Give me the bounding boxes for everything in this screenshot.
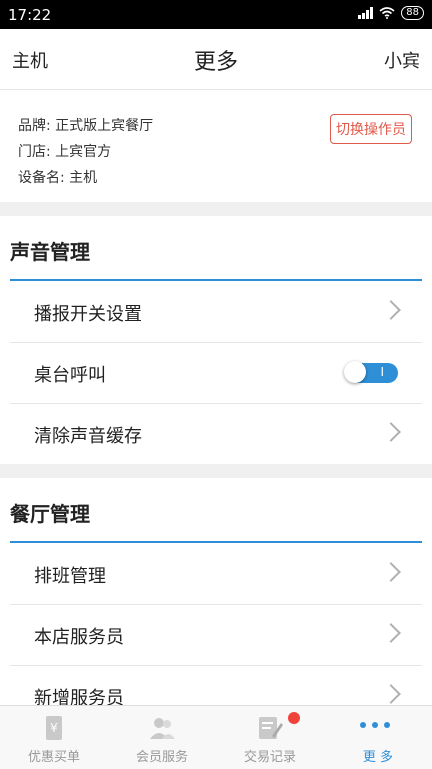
shift-management-row[interactable]: 排班管理 bbox=[10, 544, 422, 605]
chevron-right-icon bbox=[381, 300, 401, 320]
signal-icon bbox=[358, 7, 374, 19]
chevron-right-icon bbox=[381, 623, 401, 643]
status-time: 17:22 bbox=[8, 6, 52, 24]
restaurant-section-title: 餐厅管理 bbox=[10, 502, 90, 526]
sound-section-underline bbox=[10, 279, 422, 281]
chevron-right-icon bbox=[381, 422, 401, 442]
tab-label: 会员服务 bbox=[135, 750, 188, 765]
table-call-row: 桌台呼叫 I bbox=[10, 343, 422, 404]
tab-label: 优惠买单 bbox=[27, 750, 80, 765]
tab-discount-checkout[interactable]: ¥ 优惠买单 bbox=[0, 706, 108, 769]
broadcast-settings-row[interactable]: 播报开关设置 bbox=[10, 282, 422, 343]
tab-more[interactable]: 更 多 bbox=[324, 706, 432, 769]
header: 主机 更多 小宾 bbox=[0, 29, 432, 90]
chevron-right-icon bbox=[381, 562, 401, 582]
status-icons: 88 bbox=[358, 6, 424, 20]
row-label: 播报开关设置 bbox=[34, 304, 142, 325]
edit-record-icon bbox=[259, 717, 283, 739]
brand-text: 品牌: 正式版上宾餐厅 bbox=[18, 118, 154, 134]
page-title: 更多 bbox=[193, 50, 238, 75]
members-icon bbox=[150, 718, 175, 739]
switch-operator-button[interactable]: 切换操作员 bbox=[330, 114, 412, 144]
toggle-on-mark: I bbox=[380, 365, 384, 379]
wifi-icon bbox=[379, 7, 395, 19]
device-text: 设备名: 主机 bbox=[18, 170, 98, 186]
tab-label: 交易记录 bbox=[243, 750, 296, 765]
store-text: 门店: 上宾官方 bbox=[18, 144, 112, 160]
tab-member-service[interactable]: 会员服务 bbox=[108, 706, 216, 769]
table-call-toggle[interactable]: I bbox=[344, 361, 398, 383]
bottom-tab-bar: ¥ 优惠买单 会员服务 交易记录 更 多 bbox=[0, 705, 432, 769]
toggle-knob bbox=[344, 361, 366, 383]
battery-indicator: 88 bbox=[401, 6, 424, 20]
row-label: 排班管理 bbox=[34, 566, 106, 587]
section-divider bbox=[0, 202, 432, 216]
row-label: 本店服务员 bbox=[34, 627, 124, 648]
more-dots-icon bbox=[360, 722, 390, 728]
sound-section-title: 声音管理 bbox=[10, 240, 90, 264]
svg-text:¥: ¥ bbox=[50, 721, 58, 735]
tab-transaction-records[interactable]: 交易记录 bbox=[216, 706, 324, 769]
section-divider bbox=[0, 464, 432, 478]
header-user-label[interactable]: 小宾 bbox=[384, 47, 420, 73]
restaurant-section-underline bbox=[10, 541, 422, 543]
notification-badge bbox=[288, 712, 300, 724]
clear-sound-cache-row[interactable]: 清除声音缓存 bbox=[10, 404, 422, 465]
row-label: 清除声音缓存 bbox=[34, 426, 142, 447]
store-waiters-row[interactable]: 本店服务员 bbox=[10, 605, 422, 666]
row-label: 桌台呼叫 bbox=[34, 365, 106, 386]
receipt-yen-icon: ¥ bbox=[46, 716, 62, 740]
tab-label: 更 多 bbox=[362, 750, 394, 765]
chevron-right-icon bbox=[381, 684, 401, 704]
status-bar: 17:22 88 bbox=[0, 0, 432, 29]
